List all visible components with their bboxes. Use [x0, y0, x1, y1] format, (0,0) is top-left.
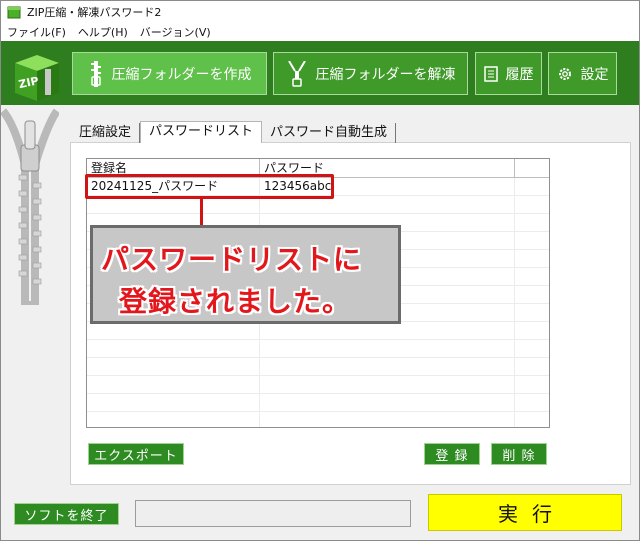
row-highlight-box	[85, 174, 334, 199]
zip-logo-icon: ZIP	[15, 55, 59, 101]
quit-button[interactable]: ソフトを終了	[14, 503, 119, 525]
history-label: 履歴	[505, 66, 534, 83]
export-button[interactable]: エクスポート	[88, 443, 184, 465]
empty-row	[87, 358, 549, 376]
menu-version[interactable]: バージョン(V)	[134, 24, 217, 40]
empty-row	[87, 340, 549, 358]
zip-folder-icon	[90, 60, 101, 87]
app-window: ZIP圧縮・解凍パスワード2 ファイル(F) ヘルプ(H) バージョン(V) Z…	[0, 0, 640, 541]
delete-button[interactable]: 削 除	[491, 443, 547, 465]
tab-compression-settings[interactable]: 圧縮設定	[71, 123, 141, 143]
menu-help[interactable]: ヘルプ(H)	[72, 24, 134, 40]
window-title: ZIP圧縮・解凍パスワード2	[27, 6, 162, 19]
column-header-empty	[515, 159, 549, 177]
tab-password-generator[interactable]: パスワード自動生成	[262, 123, 397, 143]
create-archive-label: 圧縮フォルダーを作成	[111, 66, 252, 83]
toolbar: ZIP 圧縮フォルダーを作成 圧縮フォルダーを解凍 履歴 設定	[1, 41, 639, 105]
empty-row	[87, 376, 549, 394]
title-bar: ZIP圧縮・解凍パスワード2	[1, 1, 639, 23]
status-field	[135, 500, 411, 527]
menu-file[interactable]: ファイル(F)	[1, 24, 72, 40]
tab-strip: 圧縮設定 パスワードリスト パスワード自動生成	[71, 121, 397, 143]
create-archive-button[interactable]: 圧縮フォルダーを作成	[72, 52, 267, 95]
empty-row	[87, 394, 549, 412]
history-button[interactable]: 履歴	[475, 52, 542, 95]
menu-bar: ファイル(F) ヘルプ(H) バージョン(V)	[1, 23, 639, 41]
settings-label: 設定	[580, 66, 609, 83]
zipper-decoration	[1, 108, 59, 305]
unzip-folder-icon	[287, 60, 306, 87]
execute-button[interactable]: 実行	[428, 494, 622, 531]
empty-row	[87, 412, 549, 427]
tab-password-list[interactable]: パスワードリスト	[140, 121, 263, 143]
callout-text-line2: 登録されました。	[119, 285, 352, 318]
extract-archive-label: 圧縮フォルダーを解凍	[315, 66, 456, 83]
settings-button[interactable]: 設定	[548, 52, 617, 95]
extract-archive-button[interactable]: 圧縮フォルダーを解凍	[273, 52, 468, 95]
register-button[interactable]: 登 録	[424, 443, 480, 465]
callout-connector	[200, 199, 203, 225]
callout-text-line1: パスワードリストに	[101, 243, 363, 276]
callout-box: パスワードリストに 登録されました。	[90, 225, 401, 324]
empty-row	[87, 322, 549, 340]
document-list-icon	[483, 65, 498, 82]
cell-empty	[515, 178, 549, 195]
gear-icon	[558, 67, 571, 80]
app-icon	[7, 6, 21, 19]
